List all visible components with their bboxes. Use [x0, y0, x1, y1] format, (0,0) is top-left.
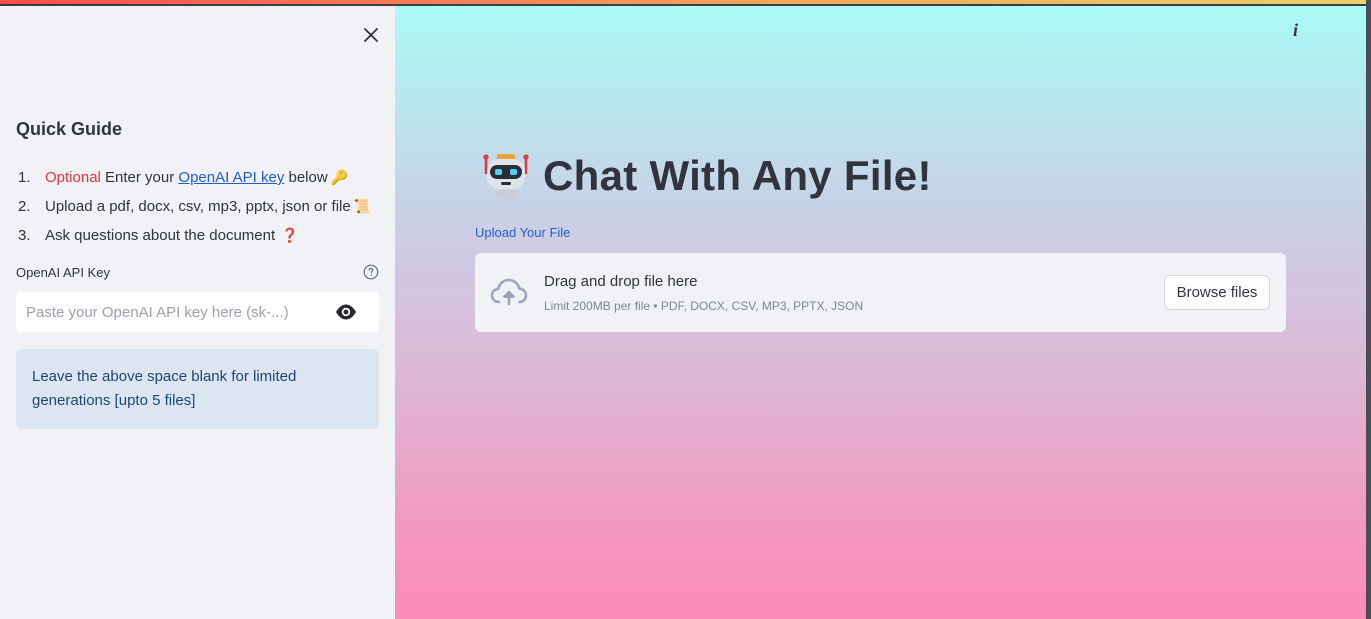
browse-files-button[interactable]: Browse files — [1164, 275, 1270, 310]
optional-label: Optional — [45, 169, 101, 186]
main-content: i Chat With Any File! Upload Your File D… — [395, 6, 1366, 619]
step-number: 3. — [18, 227, 31, 244]
guide-step-3: 3. Ask questions about the document ❓ — [18, 221, 371, 250]
dropzone-title: Drag and drop file here — [544, 273, 698, 290]
guide-step-1: 1. Optional Enter your OpenAI API key be… — [18, 163, 371, 192]
question-mark-icon: ❓ — [281, 227, 299, 244]
upload-label: Upload Your File — [475, 225, 571, 240]
guide-step-2: 2. Upload a pdf, docx, csv, mp3, pptx, j… — [18, 192, 371, 221]
cloud-upload-icon — [490, 278, 528, 306]
quick-guide-heading: Quick Guide — [16, 119, 123, 139]
step-text: Upload a pdf, docx, csv, mp3, pptx, json… — [45, 198, 351, 215]
eye-icon[interactable] — [335, 303, 357, 321]
api-key-label: OpenAI API Key — [16, 265, 110, 280]
info-alert: Leave the above space blank for limited … — [16, 349, 379, 429]
step-text: Ask questions about the document — [45, 227, 276, 244]
close-sidebar-button[interactable] — [360, 24, 382, 46]
info-icon[interactable]: i — [1293, 20, 1298, 41]
step-text: below — [284, 169, 328, 186]
api-key-input[interactable] — [16, 292, 326, 332]
step-number: 2. — [18, 198, 31, 215]
help-circle-icon[interactable] — [363, 264, 379, 280]
page-title: Chat With Any File! — [543, 152, 932, 199]
scrollbar[interactable] — [1366, 0, 1371, 619]
robot-icon — [483, 154, 529, 199]
key-icon: 🔑 — [330, 169, 349, 186]
step-text: Enter your — [100, 169, 179, 186]
scroll-icon: 📜 — [353, 198, 372, 215]
sidebar: Quick Guide 1. Optional Enter your OpenA… — [0, 6, 395, 619]
file-dropzone[interactable]: Drag and drop file here Limit 200MB per … — [475, 253, 1286, 332]
close-icon — [364, 28, 378, 42]
openai-api-key-link[interactable]: OpenAI API key — [178, 169, 284, 186]
guide-steps-list: 1. Optional Enter your OpenAI API key be… — [18, 163, 371, 250]
dropzone-limit-text: Limit 200MB per file • PDF, DOCX, CSV, M… — [544, 299, 864, 313]
step-number: 1. — [18, 169, 31, 186]
api-key-field — [16, 292, 379, 332]
title-row: Chat With Any File! — [481, 152, 932, 200]
